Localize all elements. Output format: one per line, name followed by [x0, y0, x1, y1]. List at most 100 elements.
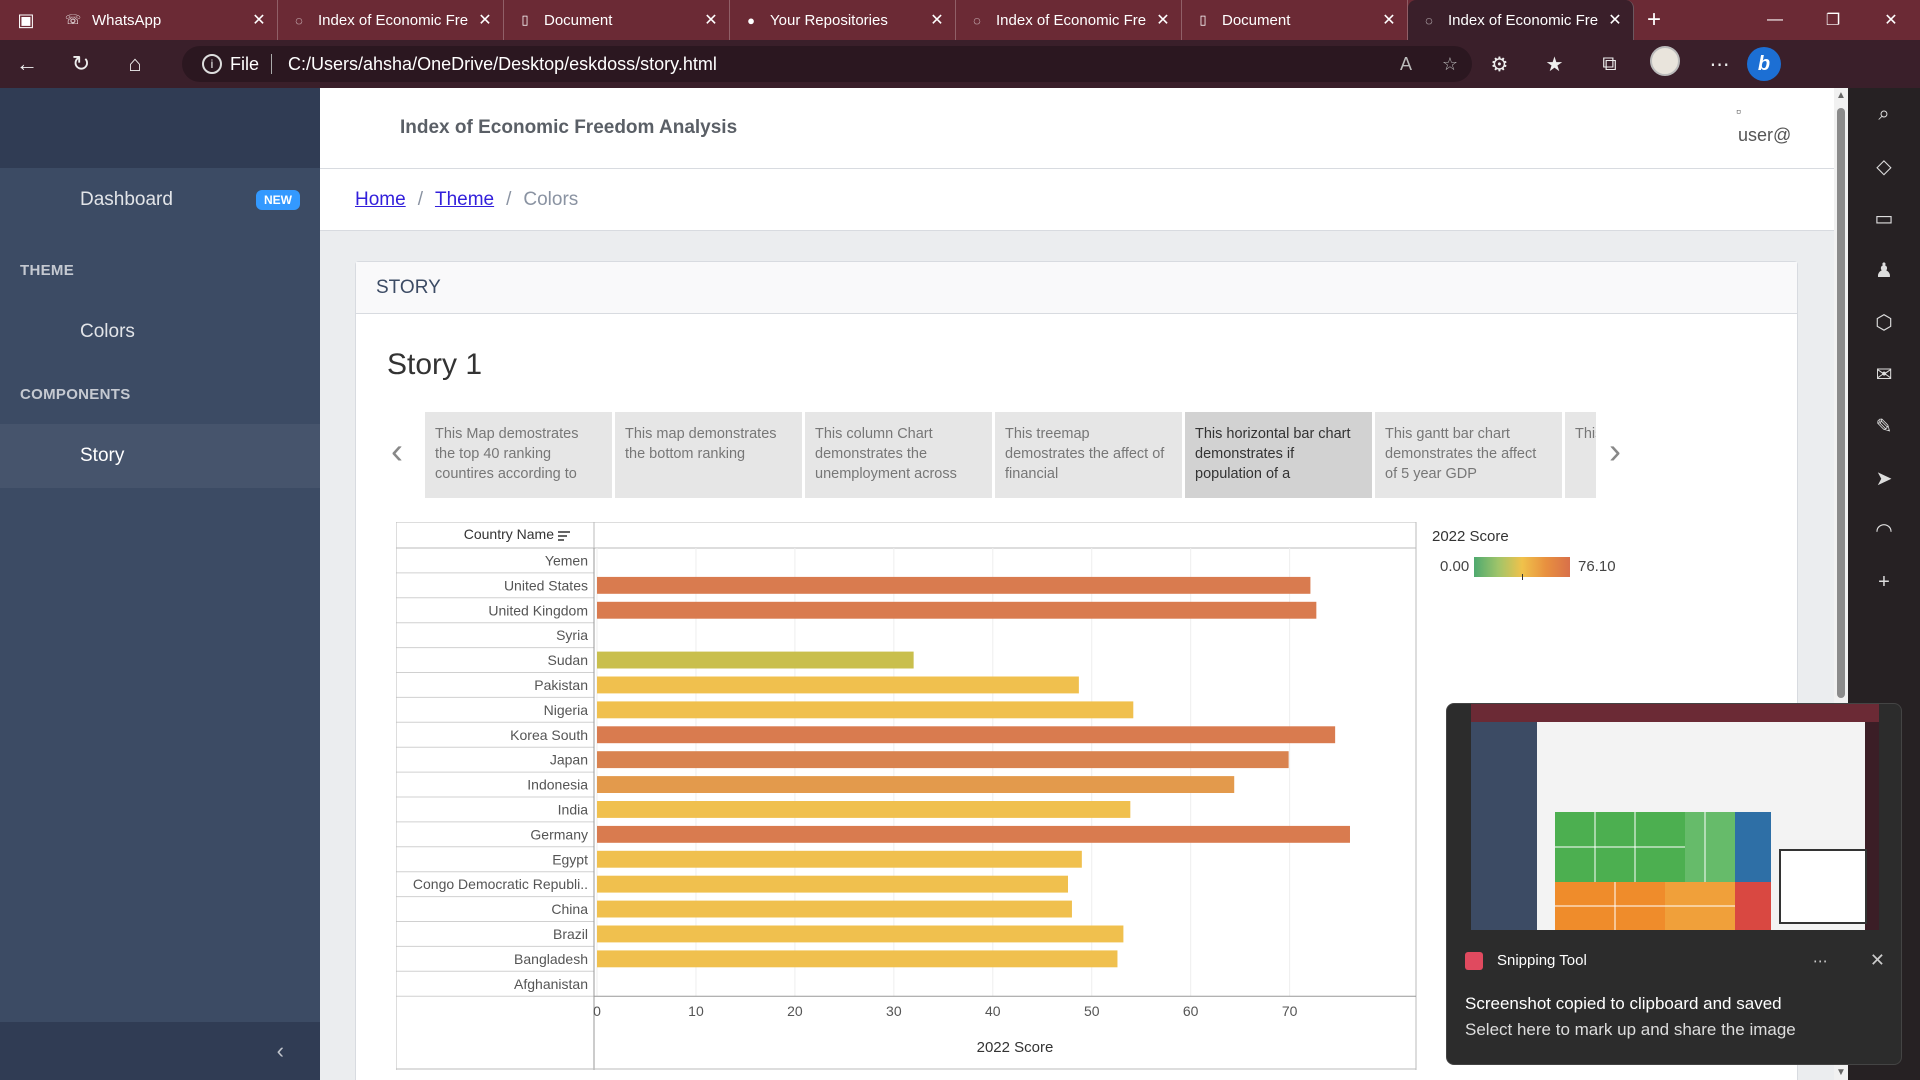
- snipping-tool-icon: [1465, 951, 1483, 970]
- x-tick-label: 20: [787, 1003, 803, 1019]
- breadcrumb-home[interactable]: Home: [355, 189, 406, 211]
- tag-icon[interactable]: ◇: [1848, 140, 1920, 192]
- extensions-icon[interactable]: ⚙: [1472, 52, 1527, 77]
- tab-close-icon[interactable]: ✕: [477, 10, 493, 30]
- browser-tab[interactable]: ☏ WhatsApp ✕: [52, 0, 278, 40]
- browser-tab[interactable]: ◌ Index of Economic Fre ✕: [1408, 0, 1634, 40]
- toast-close-icon[interactable]: ✕: [1870, 950, 1885, 971]
- search-icon[interactable]: ⌕: [1848, 88, 1920, 140]
- favorites-icon[interactable]: ★: [1527, 52, 1582, 77]
- page-icon: ◌: [295, 12, 303, 28]
- minimize-icon[interactable]: —: [1746, 0, 1804, 40]
- tab-close-icon[interactable]: ✕: [1381, 10, 1397, 30]
- whatsapp-icon: ☏: [64, 12, 82, 27]
- address-bar[interactable]: i File C:/Users/ahsha/OneDrive/Desktop/e…: [182, 46, 1472, 82]
- story-point[interactable]: This map demonstrates the bottom ranking: [615, 412, 802, 498]
- story-point[interactable]: This column Chart demonstrates the unemp…: [805, 412, 992, 498]
- designer-icon[interactable]: ✎: [1848, 400, 1920, 452]
- sidebar-item-colors[interactable]: Colors: [0, 300, 320, 364]
- restore-icon[interactable]: ❐: [1804, 0, 1862, 40]
- tab-actions-icon[interactable]: ▣: [0, 0, 52, 40]
- story-point[interactable]: This des inf: [1565, 412, 1596, 498]
- browser-tab[interactable]: ▯ Document ✕: [1182, 0, 1408, 40]
- story-point[interactable]: This Map demostrates the top 40 ranking …: [425, 412, 612, 498]
- snipping-tool-notification[interactable]: Snipping Tool ⋯ ✕ Screenshot copied to c…: [1446, 703, 1902, 1065]
- x-tick-label: 50: [1084, 1003, 1100, 1019]
- url-path[interactable]: C:/Users/ahsha/OneDrive/Desktop/eskdoss/…: [288, 54, 1384, 75]
- tab-close-icon[interactable]: ✕: [703, 10, 719, 30]
- user-avatar[interactable]: ▫ user@: [1736, 103, 1792, 153]
- browser-tab[interactable]: ● Your Repositories ✕: [730, 0, 956, 40]
- tab-title: Index of Economic Fre: [996, 11, 1147, 29]
- breadcrumb: Home / Theme / Colors: [320, 169, 1834, 231]
- add-favorite-icon[interactable]: ☆: [1428, 54, 1472, 75]
- screenshot-thumbnail[interactable]: [1471, 704, 1879, 930]
- tab-close-icon[interactable]: ✕: [929, 10, 945, 30]
- story-next-chevron-icon[interactable]: ›: [1609, 430, 1621, 472]
- story-point[interactable]: This treemap demostrates the affect of f…: [995, 412, 1182, 498]
- card-header: STORY: [356, 262, 1797, 314]
- x-tick-label: 10: [688, 1003, 704, 1019]
- more-options-icon[interactable]: ⋯: [1692, 52, 1747, 77]
- story-point[interactable]: This gantt bar chart demonstrates the af…: [1375, 412, 1562, 498]
- toast-more-icon[interactable]: ⋯: [1813, 952, 1828, 970]
- profile-avatar[interactable]: [1637, 46, 1692, 82]
- story-point[interactable]: This horizontal bar chart demonstrates i…: [1185, 412, 1372, 498]
- outlook-icon[interactable]: ✉: [1848, 348, 1920, 400]
- category-label: Afghanistan: [514, 976, 588, 992]
- new-tab-button[interactable]: +: [1634, 0, 1674, 40]
- sidebar-collapse-chevron-icon[interactable]: ‹: [0, 1022, 320, 1080]
- sidebar-section-components: COMPONENTS: [20, 385, 131, 403]
- collections-icon[interactable]: ⧉: [1582, 53, 1637, 76]
- home-icon[interactable]: ⌂: [108, 40, 162, 88]
- sidebar-item-label: Dashboard: [80, 189, 173, 210]
- document-icon: ▯: [1199, 12, 1207, 27]
- breadcrumb-separator: /: [417, 188, 423, 210]
- bar: [597, 925, 1124, 943]
- tab-close-icon[interactable]: ✕: [251, 10, 267, 30]
- send-icon[interactable]: ➤: [1848, 452, 1920, 504]
- tab-close-icon[interactable]: ✕: [1155, 10, 1171, 30]
- category-label: Brazil: [553, 926, 588, 942]
- browser-tab[interactable]: ◌ Index of Economic Fre ✕: [278, 0, 504, 40]
- category-label: United Kingdom: [488, 602, 588, 618]
- browser-tab[interactable]: ◌ Index of Economic Fre ✕: [956, 0, 1182, 40]
- bar: [597, 601, 1317, 619]
- sidebar-section-theme: THEME: [20, 261, 74, 279]
- games-icon[interactable]: ♟: [1848, 244, 1920, 296]
- category-label: India: [558, 801, 589, 817]
- sidebar-item-story[interactable]: Story: [0, 424, 320, 488]
- horizontal-bar-chart: Country Name Yemen United States United Kin…: [396, 522, 1417, 1070]
- browser-tab[interactable]: ▯ Document ✕: [504, 0, 730, 40]
- bar: [597, 900, 1072, 918]
- bar: [597, 751, 1289, 769]
- new-badge: NEW: [256, 190, 300, 210]
- story-prev-chevron-icon[interactable]: ‹: [391, 430, 403, 472]
- scrollbar-thumb[interactable]: [1837, 108, 1845, 698]
- back-icon[interactable]: ←: [0, 40, 54, 88]
- breadcrumb-theme[interactable]: Theme: [435, 189, 494, 211]
- sidebar-item-dashboard[interactable]: Dashboard NEW: [0, 168, 320, 232]
- refresh-icon[interactable]: ↻: [54, 40, 108, 88]
- read-aloud-icon[interactable]: A: [1384, 54, 1428, 75]
- scroll-down-icon[interactable]: ▼: [1836, 1067, 1846, 1078]
- bar: [597, 651, 914, 669]
- add-icon[interactable]: +: [1848, 556, 1920, 608]
- category-label: Nigeria: [544, 702, 589, 718]
- window-controls: — ❐ ✕: [1746, 0, 1920, 40]
- tab-close-icon[interactable]: ✕: [1607, 10, 1623, 30]
- bing-chat-button[interactable]: b: [1747, 47, 1802, 81]
- info-icon[interactable]: i: [202, 54, 222, 74]
- tab-title: WhatsApp: [92, 11, 162, 29]
- category-label: Pakistan: [534, 677, 588, 693]
- scroll-up-icon[interactable]: ▲: [1836, 90, 1846, 101]
- page-header: Index of Economic Freedom Analysis ▫ use…: [320, 88, 1834, 169]
- tab-title: Document: [1222, 11, 1291, 29]
- tab-title: Document: [544, 11, 613, 29]
- close-window-icon[interactable]: ✕: [1862, 0, 1920, 40]
- copilot-icon[interactable]: ⬡: [1848, 296, 1920, 348]
- notifications-icon[interactable]: ◠: [1848, 504, 1920, 556]
- document-icon: ▯: [521, 12, 529, 27]
- briefcase-icon[interactable]: ▭: [1848, 192, 1920, 244]
- breadcrumb-current: Colors: [523, 188, 579, 210]
